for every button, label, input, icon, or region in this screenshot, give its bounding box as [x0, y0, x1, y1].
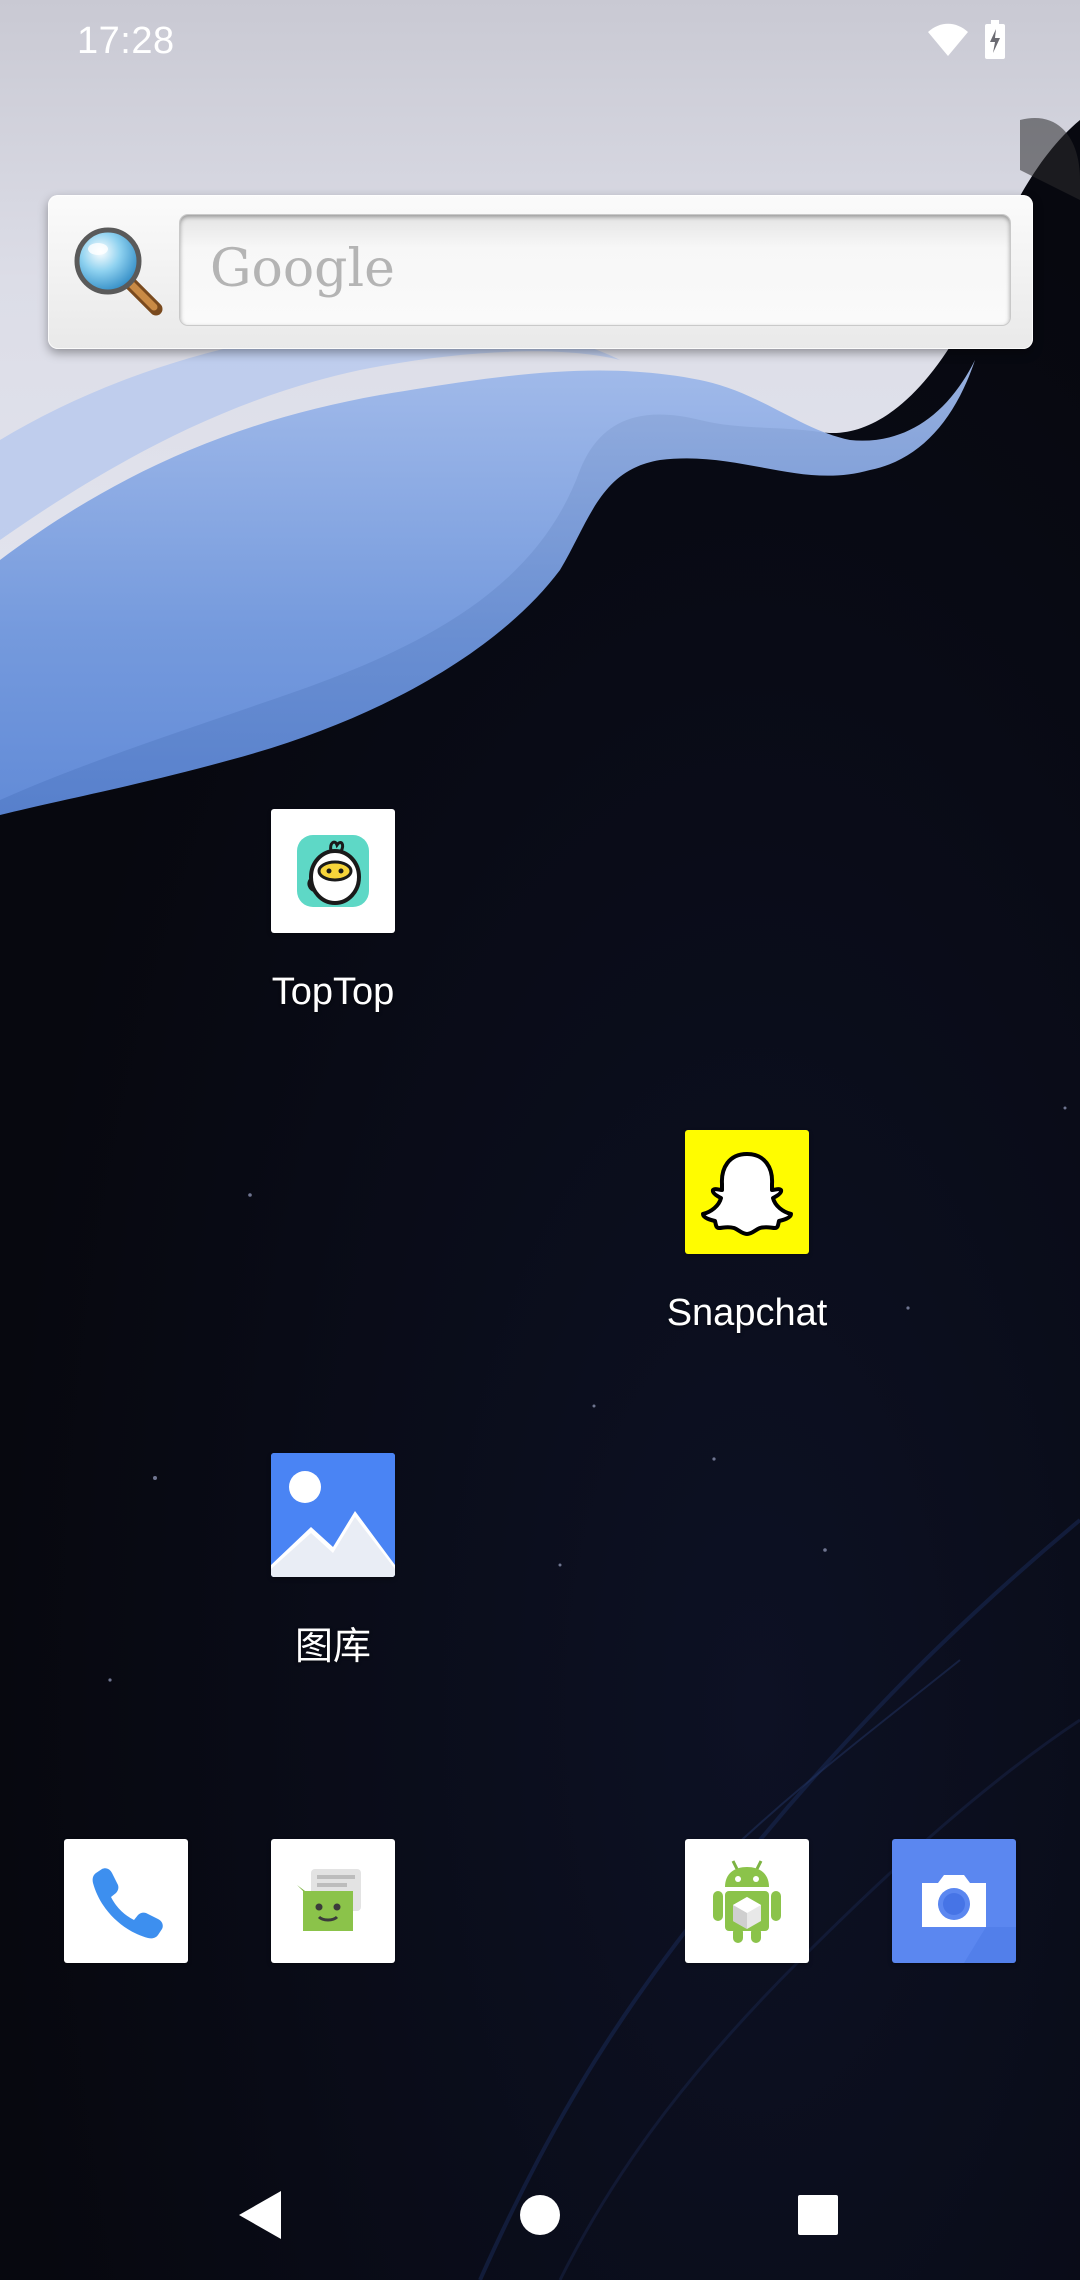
- app-snapchat[interactable]: Snapchat: [627, 1130, 867, 1335]
- recents-icon[interactable]: [797, 2194, 839, 2241]
- app-gallery[interactable]: 图库: [213, 1453, 453, 1670]
- snapchat-ghost-icon[interactable]: [685, 1130, 809, 1254]
- google-search-widget[interactable]: Google: [48, 195, 1033, 349]
- recents-button[interactable]: [783, 2182, 853, 2252]
- app-label-snapchat: Snapchat: [666, 1292, 828, 1334]
- search-placeholder: Google: [210, 239, 395, 299]
- messaging-icon[interactable]: [271, 1839, 395, 1963]
- home-button[interactable]: [505, 2182, 575, 2252]
- app-toptop[interactable]: TopTop: [213, 809, 453, 1014]
- status-bar: 17:28: [0, 0, 1080, 90]
- wifi-icon: [926, 22, 970, 63]
- search-input[interactable]: Google: [180, 215, 1010, 325]
- app-label-gallery: 图库: [294, 1626, 371, 1668]
- android-app-icon[interactable]: [685, 1839, 809, 1963]
- phone-icon[interactable]: [64, 1839, 188, 1963]
- back-button[interactable]: [225, 2182, 295, 2252]
- camera-icon[interactable]: [892, 1839, 1016, 1963]
- gallery-icon[interactable]: [271, 1453, 395, 1577]
- app-label-toptop: TopTop: [271, 971, 395, 1013]
- home-screen: 17:28 Google TopTop Snapchat 图库: [0, 0, 1080, 2280]
- back-icon[interactable]: [235, 2189, 285, 2246]
- battery-charging-icon: [984, 19, 1006, 65]
- home-icon[interactable]: [518, 2193, 562, 2242]
- toptop-icon[interactable]: [271, 809, 395, 933]
- status-icons: [926, 19, 1006, 65]
- magnifier-icon[interactable]: [68, 221, 168, 321]
- status-time: 17:28: [77, 20, 175, 62]
